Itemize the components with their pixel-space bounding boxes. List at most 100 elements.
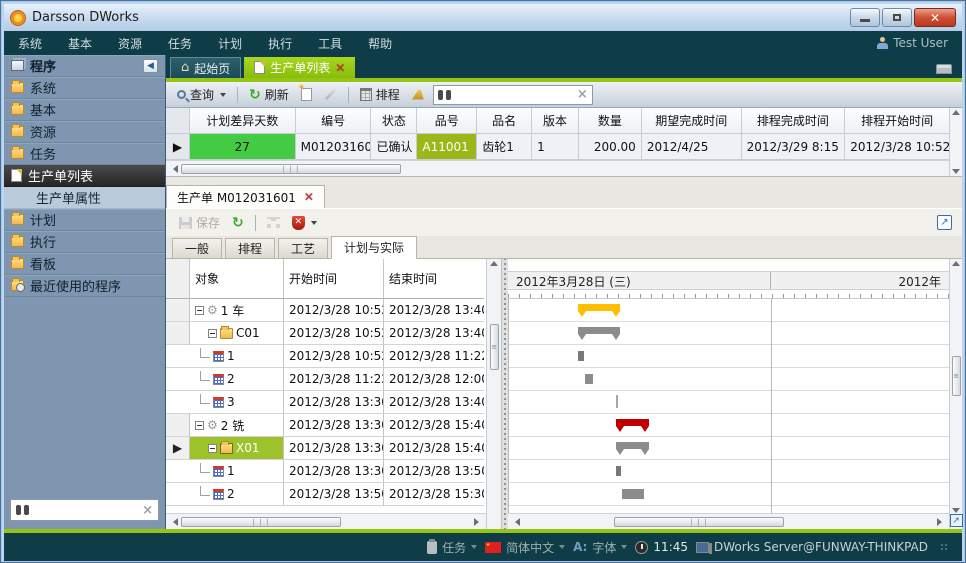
- tab-home[interactable]: ⌂ 起始页: [170, 57, 241, 78]
- sidebar-search-input[interactable]: [33, 503, 138, 517]
- gantt-bar[interactable]: [578, 351, 584, 361]
- edit-button[interactable]: [321, 91, 340, 98]
- menu-execute[interactable]: 执行: [268, 35, 292, 52]
- grid-vertical-scrollbar[interactable]: [949, 108, 962, 176]
- table-row[interactable]: 1 2012/3/28 10:52 2012/3/28 11:22: [166, 345, 486, 368]
- relations-button[interactable]: [264, 215, 283, 230]
- cell-plan-diff-days[interactable]: 27: [190, 134, 296, 160]
- scroll-left-icon[interactable]: [169, 165, 178, 173]
- column-header[interactable]: 版本: [532, 108, 579, 134]
- sidebar-item-resource[interactable]: 资源: [4, 121, 165, 143]
- open-in-window-icon[interactable]: ↗: [937, 215, 952, 230]
- cell-version[interactable]: 1: [532, 134, 579, 160]
- column-header[interactable]: 排程完成时间: [742, 108, 846, 134]
- gantt-bar[interactable]: [622, 489, 644, 499]
- table-row[interactable]: ▶ 27 M012031601 已确认 A11001 齿轮1 1 200.00 …: [166, 134, 949, 160]
- tab-production-order-list[interactable]: 生产单列表 ✕: [244, 57, 355, 78]
- table-vertical-scrollbar[interactable]: ≡: [486, 259, 501, 529]
- resize-grip[interactable]: [940, 543, 948, 551]
- gantt-bar[interactable]: [616, 419, 649, 426]
- scroll-up-icon[interactable]: [490, 261, 498, 266]
- menu-basic[interactable]: 基本: [68, 35, 92, 52]
- collapse-icon[interactable]: [195, 421, 204, 430]
- scroll-left-icon[interactable]: [511, 518, 520, 526]
- cell-expected-finish[interactable]: 2012/4/25: [642, 134, 742, 160]
- scrollbar-thumb[interactable]: ≡: [490, 324, 499, 370]
- menu-tools[interactable]: 工具: [318, 35, 342, 52]
- maximize-button[interactable]: [882, 8, 912, 27]
- tab-schedule[interactable]: 排程: [225, 238, 275, 258]
- table-row-selected[interactable]: ▶ X01 2012/3/28 13:30 2012/3/28 15:40: [166, 437, 486, 460]
- gantt-vertical-scrollbar[interactable]: ≡ ↗: [949, 259, 962, 529]
- sidebar-item-system[interactable]: 系统: [4, 77, 165, 99]
- collapse-icon[interactable]: [208, 444, 217, 453]
- sidebar-item-basic[interactable]: 基本: [4, 99, 165, 121]
- cell-quantity[interactable]: 200.00: [579, 134, 642, 160]
- tab-process[interactable]: 工艺: [278, 238, 328, 258]
- column-header[interactable]: 品号: [417, 108, 477, 134]
- gantt-bar[interactable]: [578, 327, 620, 334]
- refresh-button[interactable]: ↻ 刷新: [246, 84, 292, 105]
- column-header[interactable]: 结束时间: [384, 259, 484, 299]
- schedule-button[interactable]: 排程: [357, 84, 403, 105]
- column-header[interactable]: 对象: [190, 259, 284, 299]
- minimize-button[interactable]: [850, 8, 880, 27]
- detail-tab-production-order[interactable]: 生产单 M012031601 ✕: [166, 185, 325, 208]
- table-row[interactable]: 2 2012/3/28 11:22 2012/3/28 12:00: [166, 368, 486, 391]
- scroll-down-icon[interactable]: [952, 169, 960, 174]
- expand-view-icon[interactable]: ↗: [950, 514, 963, 527]
- sidebar-item-production-order-properties[interactable]: 生产单属性: [4, 187, 165, 209]
- cell-scheduled-finish[interactable]: 2012/3/29 8:15: [742, 134, 846, 160]
- column-header[interactable]: 期望完成时间: [642, 108, 742, 134]
- gantt-bar[interactable]: [578, 304, 620, 311]
- cell-item-name[interactable]: 齿轮1: [477, 134, 532, 160]
- scrollbar-thumb[interactable]: ≡: [952, 356, 961, 396]
- status-language-selector[interactable]: 简体中文: [485, 539, 565, 556]
- column-header[interactable]: 编号: [296, 108, 372, 134]
- cancel-confirm-button[interactable]: ✕: [289, 214, 320, 232]
- gantt-horizontal-scrollbar[interactable]: ❘❘❘: [508, 513, 949, 529]
- scroll-right-icon[interactable]: [474, 518, 483, 526]
- tab-plan-vs-actual[interactable]: 计划与实际: [331, 236, 417, 259]
- sidebar-item-kanban[interactable]: 看板: [4, 253, 165, 275]
- column-header[interactable]: 开始时间: [284, 259, 384, 299]
- menu-help[interactable]: 帮助: [368, 35, 392, 52]
- sidebar-collapse-button[interactable]: ◀: [143, 59, 158, 73]
- gantt-bar[interactable]: [585, 374, 593, 384]
- grid-horizontal-scrollbar[interactable]: ❘❘❘: [166, 160, 949, 176]
- table-row[interactable]: 2 2012/3/28 13:50 2012/3/28 15:30: [166, 483, 486, 506]
- scroll-right-icon[interactable]: [937, 518, 946, 526]
- cell-item-number[interactable]: A11001: [417, 134, 477, 160]
- table-row[interactable]: 3 2012/3/28 13:30 2012/3/28 13:40: [166, 391, 486, 414]
- scroll-up-icon[interactable]: [952, 261, 960, 266]
- column-header[interactable]: 状态: [371, 108, 417, 134]
- gantt-bar[interactable]: [616, 466, 621, 476]
- menu-system[interactable]: 系统: [18, 35, 42, 52]
- scrollbar-thumb[interactable]: ❘❘❘: [614, 517, 784, 527]
- filter-search-input[interactable]: [455, 88, 573, 102]
- scrollbar-thumb[interactable]: ❘❘❘: [181, 517, 341, 527]
- clear-filter-icon[interactable]: ×: [577, 87, 588, 102]
- save-button[interactable]: 保存: [176, 212, 223, 233]
- column-header[interactable]: 排程开始时间: [845, 108, 949, 134]
- sidebar-item-execute[interactable]: 执行: [4, 231, 165, 253]
- table-row[interactable]: ⚙2 铣 2012/3/28 13:30 2012/3/28 15:40: [166, 414, 486, 437]
- scroll-down-icon[interactable]: [952, 508, 960, 513]
- cell-order-number[interactable]: M012031601: [296, 134, 372, 160]
- gantt-bar[interactable]: [616, 395, 618, 408]
- printer-icon[interactable]: [936, 64, 952, 74]
- scroll-up-icon[interactable]: [952, 110, 960, 115]
- detail-tab-close-icon[interactable]: ✕: [304, 190, 314, 204]
- sidebar-item-task[interactable]: 任务: [4, 143, 165, 165]
- clean-button[interactable]: [409, 88, 427, 102]
- cell-status[interactable]: 已确认: [371, 134, 417, 160]
- column-header[interactable]: 数量: [579, 108, 642, 134]
- table-row[interactable]: 1 2012/3/28 13:30 2012/3/28 13:50: [166, 460, 486, 483]
- current-user[interactable]: Test User: [877, 36, 948, 50]
- status-task-selector[interactable]: 任务: [427, 539, 477, 556]
- sidebar-item-plan[interactable]: 计划: [4, 209, 165, 231]
- title-bar[interactable]: Darsson DWorks ✕: [4, 4, 962, 31]
- table-row[interactable]: C01 2012/3/28 10:52 2012/3/28 13:40: [166, 322, 486, 345]
- gantt-bar[interactable]: [616, 442, 649, 449]
- table-row[interactable]: ⚙1 车 2012/3/28 10:52 2012/3/28 13:40: [166, 299, 486, 322]
